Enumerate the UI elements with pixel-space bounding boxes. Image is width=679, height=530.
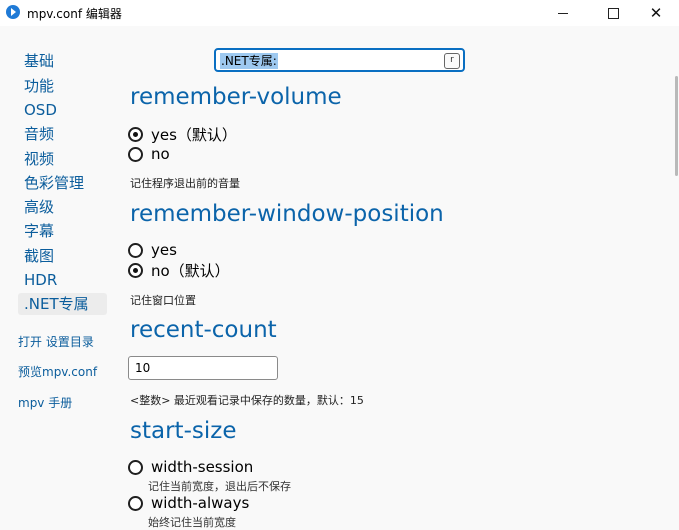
width-session-description: 记住当前宽度，退出后不保存: [148, 480, 291, 493]
width-always-description: 始终记住当前宽度: [148, 516, 236, 529]
minimize-button[interactable]: [540, 0, 586, 26]
open-settings-dir-link[interactable]: 打开 设置目录: [18, 333, 94, 350]
sidebar-item-screenshot[interactable]: 截图: [18, 245, 107, 267]
regex-toggle-button[interactable]: r: [444, 53, 460, 69]
vertical-scrollbar[interactable]: [673, 26, 679, 529]
mpv-app-icon: [6, 5, 20, 19]
radio-remember-volume-yes[interactable]: yes（默认）: [128, 124, 237, 144]
radio-start-size-width-always[interactable]: width-always: [128, 493, 249, 513]
radio-label: no: [151, 145, 170, 163]
maximize-icon: [607, 7, 619, 19]
radio-remember-volume-no[interactable]: no: [128, 144, 170, 164]
mpv-manual-link[interactable]: mpv 手册: [18, 394, 72, 411]
minimize-icon: [558, 12, 568, 14]
radio-label: no（默认）: [151, 261, 230, 280]
radio-remember-window-position-yes[interactable]: yes: [128, 240, 177, 260]
window-title: mpv.conf 编辑器: [27, 7, 122, 21]
sidebar-item-dotnet[interactable]: .NET专属: [18, 293, 107, 315]
section-title-remember-window-position: remember-window-position: [130, 201, 444, 227]
sidebar-item-features[interactable]: 功能: [18, 75, 107, 97]
preview-mpv-conf-link[interactable]: 预览mpv.conf: [18, 363, 97, 380]
scrollbar-thumb[interactable]: [675, 76, 678, 176]
search-input-value: .NET专属:: [220, 53, 278, 69]
radio-label: yes: [151, 241, 177, 259]
radio-unchecked-icon: [128, 495, 143, 511]
section-title-remember-volume: remember-volume: [130, 84, 342, 110]
remember-window-position-description: 记住窗口位置: [130, 294, 196, 307]
title-bar: mpv.conf 编辑器 ✕: [0, 0, 679, 26]
radio-checked-icon: [128, 126, 143, 142]
close-icon: ✕: [649, 3, 663, 22]
section-title-start-size: start-size: [130, 418, 237, 444]
radio-unchecked-icon: [128, 242, 143, 258]
section-title-recent-count: recent-count: [130, 317, 277, 343]
sidebar-item-basic[interactable]: 基础: [18, 50, 107, 72]
radio-unchecked-icon: [128, 146, 143, 162]
radio-label: yes（默认）: [151, 125, 237, 144]
search-input[interactable]: .NET专属: r: [214, 48, 465, 72]
sidebar-item-osd[interactable]: OSD: [18, 99, 107, 121]
sidebar-item-video[interactable]: 视频: [18, 148, 107, 170]
radio-checked-icon: [128, 262, 143, 278]
radio-label: width-session: [151, 458, 254, 476]
radio-start-size-width-session[interactable]: width-session: [128, 457, 253, 477]
maximize-button[interactable]: [590, 0, 636, 26]
sidebar-item-audio[interactable]: 音频: [18, 123, 107, 145]
sidebar-item-hdr[interactable]: HDR: [18, 269, 107, 291]
recent-count-description: <整数> 最近观看记录中保存的数量，默认：15: [130, 394, 364, 407]
remember-volume-description: 记住程序退出前的音量: [130, 177, 240, 190]
sidebar: 基础 功能 OSD 音频 视频 色彩管理 高级 字幕 截图 HDR .NET专属…: [0, 26, 120, 529]
sidebar-item-color-management[interactable]: 色彩管理: [18, 172, 107, 194]
radio-label: width-always: [151, 494, 250, 512]
radio-remember-window-position-no[interactable]: no（默认）: [128, 260, 230, 280]
sidebar-item-advanced[interactable]: 高级: [18, 196, 107, 218]
radio-unchecked-icon: [128, 459, 143, 475]
close-button[interactable]: ✕: [633, 0, 679, 26]
recent-count-input[interactable]: 10: [128, 356, 278, 380]
sidebar-item-subtitles[interactable]: 字幕: [18, 220, 107, 242]
